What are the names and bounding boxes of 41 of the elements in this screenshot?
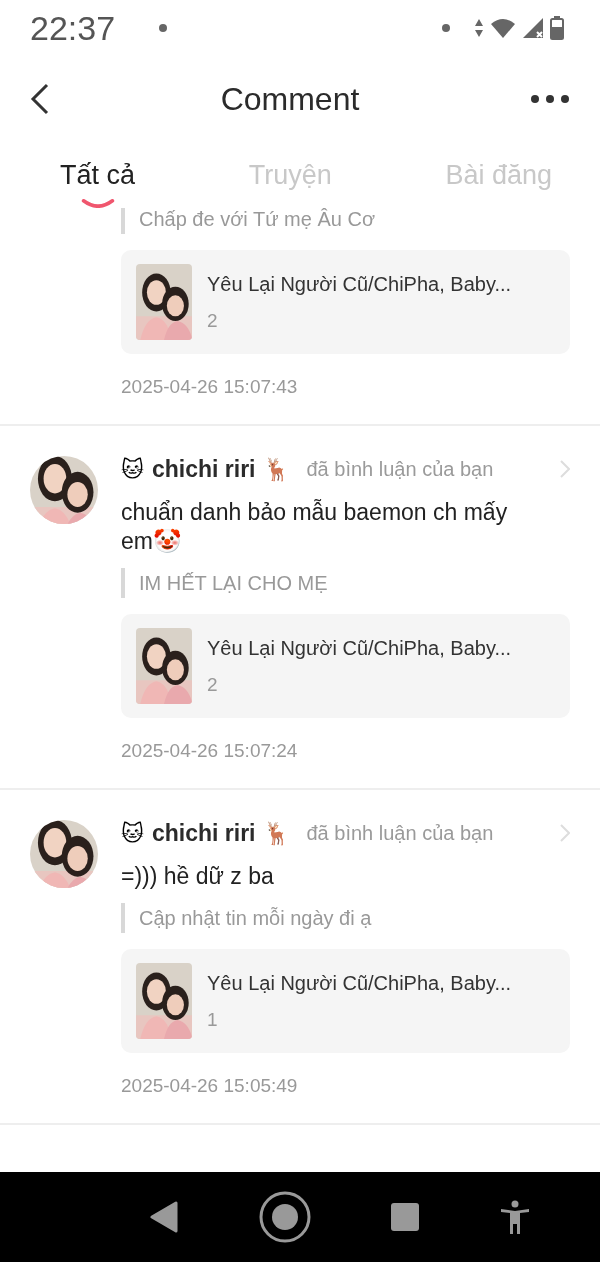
emoji: 🦌 xyxy=(263,456,291,482)
story-title: Yêu Lại Người Cũ/ChiPha, Baby... xyxy=(207,272,512,296)
quote-text: IM HẾT LẠI CHO MẸ xyxy=(139,571,328,595)
activity-text: đã bình luận của bạn xyxy=(306,821,495,845)
wifi-icon xyxy=(490,17,516,39)
page-title: Comment xyxy=(220,80,360,118)
clock-time: 22:37 xyxy=(30,8,116,48)
data-arrows-icon xyxy=(474,18,484,38)
user-name[interactable]: chichi riri xyxy=(151,455,256,483)
signal-icon xyxy=(522,17,544,39)
tab-underline-icon xyxy=(79,199,116,208)
comment-text: =))) hề dữ z ba xyxy=(121,862,275,891)
home-icon[interactable] xyxy=(258,1191,311,1243)
emoji: 🐱 xyxy=(121,820,144,846)
chapter-count: 1 xyxy=(207,1008,219,1031)
story-title: Yêu Lại Người Cũ/ChiPha, Baby... xyxy=(207,636,512,660)
timestamp: 2025-04-26 15:07:43 xyxy=(121,376,299,398)
story-card[interactable]: Yêu Lại Người Cũ/ChiPha, Baby... 2 xyxy=(121,250,570,354)
quote-text: Cập nhật tin mỗi ngày đi ạ xyxy=(139,906,372,930)
notification-dot-icon xyxy=(159,24,168,32)
story-title: Yêu Lại Người Cũ/ChiPha, Baby... xyxy=(207,971,512,995)
back-icon[interactable] xyxy=(150,1201,179,1233)
story-card[interactable]: Yêu Lại Người Cũ/ChiPha, Baby... 2 xyxy=(121,614,570,718)
timestamp: 2025-04-26 15:05:49 xyxy=(121,1075,299,1097)
emoji: 🐱 xyxy=(121,456,144,482)
activity-text: đã bình luận của bạn xyxy=(306,457,495,481)
comment-text: chuẩn danh bảo mẫu baemon ch mấy em🤡 xyxy=(121,498,509,556)
quote-text: Chấp đe với Tứ mẹ Âu Cơ xyxy=(139,208,375,231)
timestamp: 2025-04-26 15:07:24 xyxy=(121,740,299,762)
chapter-count: 2 xyxy=(207,309,219,332)
chapter-count: 2 xyxy=(207,673,219,696)
notification-dot-icon xyxy=(442,24,450,32)
accessibility-icon[interactable] xyxy=(499,1200,530,1234)
back-icon[interactable] xyxy=(30,83,50,115)
more-icon[interactable] xyxy=(530,94,570,104)
user-name[interactable]: chichi riri xyxy=(151,819,256,847)
tab[interactable]: Tất cả xyxy=(60,160,136,191)
emoji: 🦌 xyxy=(263,820,291,846)
recents-icon[interactable] xyxy=(391,1203,420,1231)
battery-icon xyxy=(550,16,564,40)
story-card[interactable]: Yêu Lại Người Cũ/ChiPha, Baby... 1 xyxy=(121,949,570,1053)
